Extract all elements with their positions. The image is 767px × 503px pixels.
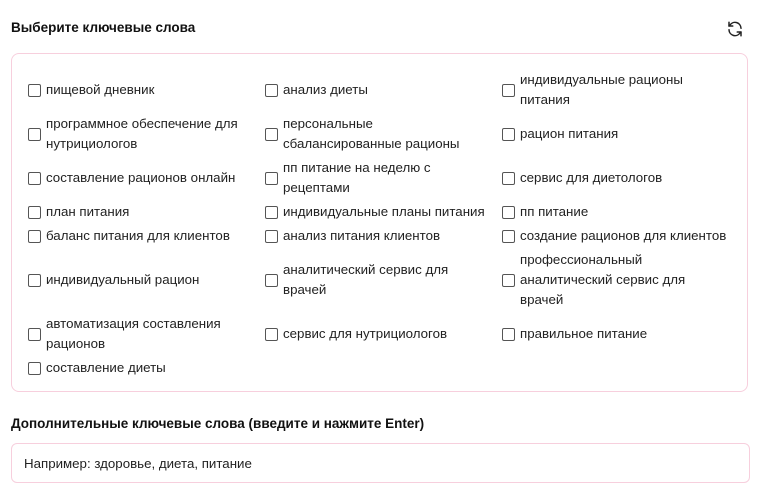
- checkbox[interactable]: [265, 327, 278, 341]
- keyword-checkbox-item[interactable]: индивидуальные планы питания: [265, 202, 502, 222]
- keyword-checkbox-item[interactable]: пищевой дневник: [28, 70, 265, 110]
- checkbox[interactable]: [28, 327, 41, 341]
- checkbox[interactable]: [28, 127, 41, 141]
- keyword-label: план питания: [46, 204, 130, 219]
- keyword-label: анализ питания клиентов: [283, 228, 441, 243]
- keywords-panel: пищевой дневник анализ диеты индивидуальны…: [11, 53, 748, 392]
- checkbox[interactable]: [502, 171, 515, 185]
- checkbox[interactable]: [265, 171, 278, 185]
- checkbox[interactable]: [265, 205, 278, 219]
- checkbox[interactable]: [28, 171, 41, 185]
- checkbox[interactable]: [28, 361, 41, 375]
- checkbox[interactable]: [502, 205, 515, 219]
- keyword-label: сервис для нутрициологов: [283, 326, 448, 341]
- keyword-checkbox-item[interactable]: анализ диеты: [265, 70, 502, 110]
- keyword-label: пп питание: [520, 204, 589, 219]
- keyword-label: составление диеты: [46, 360, 166, 375]
- keyword-label: правильное питание: [520, 326, 648, 341]
- keyword-label: сервис для диетологов: [520, 170, 663, 185]
- checkbox[interactable]: [28, 205, 41, 219]
- keyword-checkbox-item[interactable]: автоматизация составления рационов: [28, 314, 265, 354]
- keyword-checkbox-item[interactable]: баланс питания для клиентов: [28, 226, 265, 246]
- keyword-label: пп питание на неделю с рецептами: [283, 160, 431, 195]
- keywords-grid: пищевой дневник анализ диеты индивидуальны…: [28, 70, 739, 378]
- keyword-label: индивидуальные планы питания: [283, 204, 485, 219]
- extra-keywords-title: Дополнительные ключевые слова (введите и…: [11, 416, 425, 431]
- keyword-checkbox-item[interactable]: создание рационов для клиентов: [502, 226, 739, 246]
- keyword-label: автоматизация составления рационов: [46, 316, 221, 351]
- extra-keywords-input[interactable]: [11, 443, 750, 483]
- keyword-checkbox-item[interactable]: сервис для диетологов: [502, 158, 739, 198]
- keyword-checkbox-item[interactable]: составление рационов онлайн: [28, 158, 265, 198]
- keyword-checkbox-item[interactable]: профессиональный аналитический сервис дл…: [502, 250, 739, 310]
- keyword-label: профессиональный аналитический сервис дл…: [520, 252, 686, 307]
- keyword-label: создание рационов для клиентов: [520, 228, 727, 243]
- keyword-label: анализ диеты: [283, 82, 368, 97]
- keyword-checkbox-item[interactable]: анализ питания клиентов: [265, 226, 502, 246]
- keyword-checkbox-item[interactable]: правильное питание: [502, 314, 739, 354]
- keyword-label: индивидуальный рацион: [46, 272, 200, 287]
- keyword-checkbox-item[interactable]: аналитический сервис для врачей: [265, 250, 502, 310]
- refresh-icon[interactable]: [726, 20, 744, 38]
- keyword-checkbox-item[interactable]: сервис для нутрициологов: [265, 314, 502, 354]
- checkbox[interactable]: [28, 83, 41, 97]
- checkbox[interactable]: [265, 229, 278, 243]
- checkbox[interactable]: [28, 229, 41, 243]
- keyword-checkbox-item[interactable]: пп питание: [502, 202, 739, 222]
- keyword-checkbox-item[interactable]: индивидуальные рационы питания: [502, 70, 739, 110]
- keyword-label: пищевой дневник: [46, 82, 155, 97]
- keyword-label: программное обеспечение для нутрициолого…: [46, 116, 238, 151]
- checkbox[interactable]: [265, 127, 278, 141]
- keyword-label: индивидуальные рационы питания: [520, 72, 683, 107]
- checkbox[interactable]: [265, 273, 278, 287]
- keyword-checkbox-item[interactable]: индивидуальный рацион: [28, 250, 265, 310]
- keyword-checkbox-item[interactable]: план питания: [28, 202, 265, 222]
- keyword-label: составление рационов онлайн: [46, 170, 236, 185]
- checkbox[interactable]: [28, 273, 41, 287]
- keyword-checkbox-item[interactable]: рацион питания: [502, 114, 739, 154]
- keyword-checkbox-item[interactable]: персональные сбалансированные рационы: [265, 114, 502, 154]
- keyword-checkbox-item[interactable]: пп питание на неделю с рецептами: [265, 158, 502, 198]
- checkbox[interactable]: [265, 83, 278, 97]
- checkbox[interactable]: [502, 83, 515, 97]
- keyword-label: рацион питания: [520, 126, 619, 141]
- checkbox[interactable]: [502, 127, 515, 141]
- checkbox[interactable]: [502, 229, 515, 243]
- keyword-label: баланс питания для клиентов: [46, 228, 230, 243]
- checkbox[interactable]: [502, 327, 515, 341]
- checkbox[interactable]: [502, 273, 515, 287]
- keywords-title: Выберите ключевые слова: [11, 20, 196, 35]
- keyword-label: аналитический сервис для врачей: [283, 262, 449, 297]
- keyword-label: персональные сбалансированные рационы: [283, 116, 460, 151]
- keyword-checkbox-item[interactable]: составление диеты: [28, 358, 265, 378]
- keyword-checkbox-item[interactable]: программное обеспечение для нутрициолого…: [28, 114, 265, 154]
